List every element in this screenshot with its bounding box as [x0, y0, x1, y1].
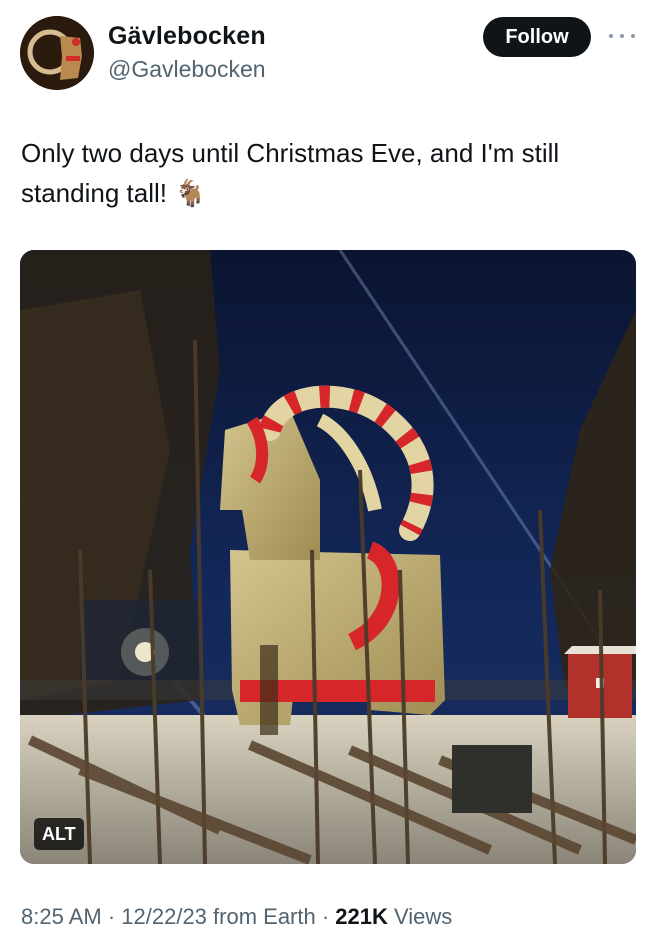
tweet-date[interactable]: 12/22/23	[121, 904, 207, 929]
tweet-text: Only two days until Christmas Eve, and I…	[21, 138, 560, 208]
follow-button[interactable]: Follow	[483, 17, 591, 57]
alt-text-badge[interactable]: ALT	[34, 818, 84, 850]
author-handle[interactable]: @Gavlebocken	[108, 56, 266, 83]
avatar-goat-image	[20, 16, 94, 90]
dot	[620, 34, 624, 38]
tweet-metadata: 8:25 AM · 12/22/23 from Earth · 221K Vie…	[21, 904, 452, 930]
dot	[631, 34, 635, 38]
author-display-name[interactable]: Gävlebocken	[108, 22, 266, 51]
views-label: Views	[387, 904, 453, 929]
avatar[interactable]	[20, 16, 94, 90]
dot	[609, 34, 613, 38]
tweet-photo[interactable]: ALT	[20, 250, 636, 864]
tweet-time[interactable]: 8:25 AM	[21, 904, 102, 929]
separator: ·	[315, 904, 336, 929]
separator: ·	[101, 904, 122, 929]
more-horizontal-icon[interactable]	[609, 26, 635, 46]
views-count: 221K	[335, 904, 388, 929]
tweet-source: from Earth	[206, 904, 316, 929]
straw-goat-photo	[20, 250, 636, 864]
